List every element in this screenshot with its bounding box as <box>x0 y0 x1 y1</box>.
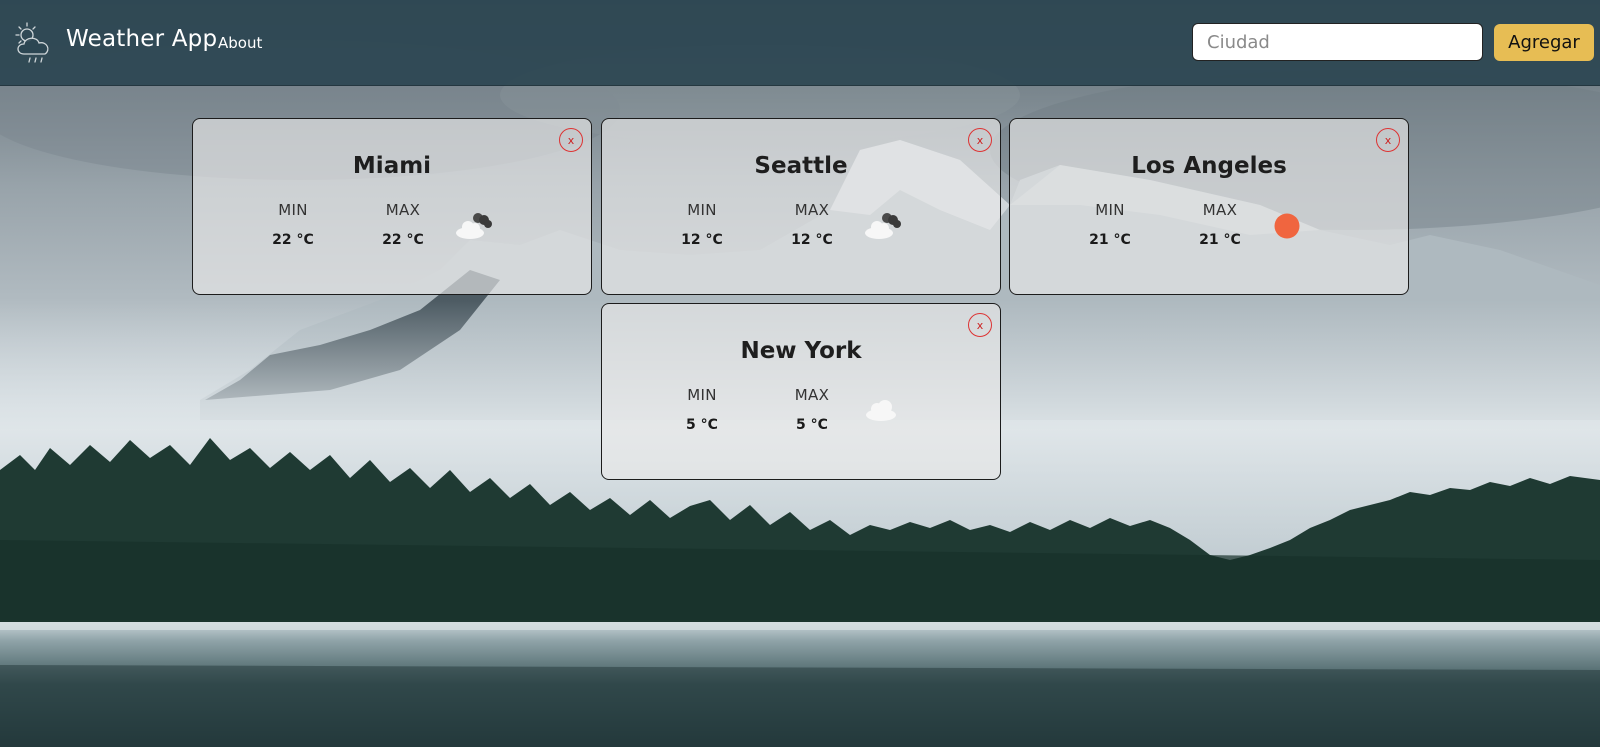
max-value: 21 °C <box>1199 232 1241 248</box>
city-card-new-york: x New York MIN 5 °C MAX 5 °C <box>601 303 1001 480</box>
max-label: MAX <box>794 386 830 404</box>
city-search-input[interactable] <box>1192 23 1483 61</box>
min-value: 5 °C <box>686 417 718 433</box>
close-card-button[interactable]: x <box>1376 128 1400 152</box>
min-value: 12 °C <box>681 232 723 248</box>
min-label: MIN <box>278 201 308 219</box>
navbar: Weather App About Agregar <box>0 0 1600 86</box>
cloud-broken-icon <box>456 213 492 239</box>
about-link[interactable]: About <box>218 34 262 52</box>
max-temp: MAX 21 °C <box>1180 201 1260 248</box>
max-label: MAX <box>794 201 830 219</box>
add-city-button[interactable]: Agregar <box>1494 24 1594 61</box>
city-card-seattle: x Seattle MIN 12 °C MAX 12 °C <box>601 118 1001 295</box>
max-label: MAX <box>385 201 421 219</box>
sun-icon <box>1274 213 1300 239</box>
max-label: MAX <box>1202 201 1238 219</box>
min-temp: MIN 12 °C <box>662 201 742 248</box>
max-value: 12 °C <box>791 232 833 248</box>
city-card-miami: x Miami MIN 22 °C MAX 22 °C <box>192 118 592 295</box>
close-card-button[interactable]: x <box>968 128 992 152</box>
close-card-button[interactable]: x <box>559 128 583 152</box>
min-value: 22 °C <box>272 232 314 248</box>
weather-logo-icon <box>15 22 49 63</box>
city-name: Seattle <box>754 153 848 179</box>
cloud-icon <box>866 400 896 421</box>
min-temp: MIN 21 °C <box>1070 201 1150 248</box>
min-value: 21 °C <box>1089 232 1131 248</box>
max-value: 22 °C <box>382 232 424 248</box>
cloud-broken-icon <box>865 213 901 239</box>
city-name: Miami <box>352 153 432 179</box>
max-temp: MAX 5 °C <box>772 386 852 433</box>
city-name: Los Angeles <box>1131 153 1287 179</box>
max-temp: MAX 22 °C <box>363 201 443 248</box>
min-label: MIN <box>1095 201 1125 219</box>
brand[interactable]: Weather App <box>10 20 217 66</box>
min-temp: MIN 22 °C <box>253 201 333 248</box>
app-title: Weather App <box>66 26 218 52</box>
city-card-los-angeles: x Los Angeles MIN 21 °C MAX 21 °C <box>1009 118 1409 295</box>
min-temp: MIN 5 °C <box>662 386 742 433</box>
max-temp: MAX 12 °C <box>772 201 852 248</box>
min-label: MIN <box>687 386 717 404</box>
max-value: 5 °C <box>796 417 828 433</box>
close-card-button[interactable]: x <box>968 313 992 337</box>
min-label: MIN <box>687 201 717 219</box>
city-name: New York <box>740 338 862 364</box>
